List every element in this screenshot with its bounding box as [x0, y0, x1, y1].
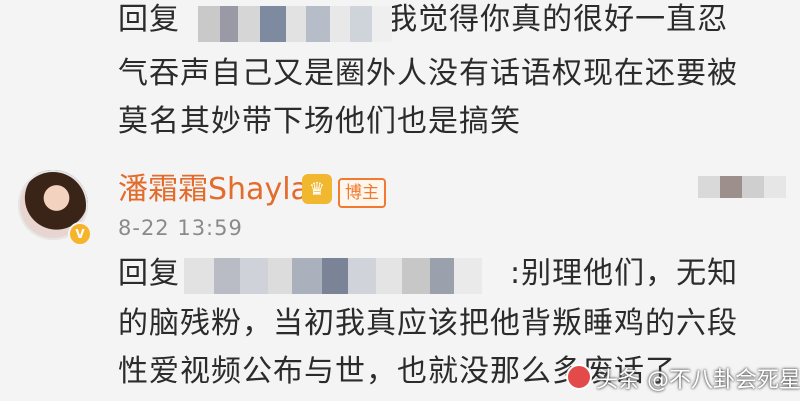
comment-text: :别理他们，无知: [510, 256, 739, 291]
prev-reply-line2: 气吞声自己又是圈外人没有话语权现在还要被: [118, 56, 738, 91]
reply-prefix: 回复: [118, 2, 180, 37]
comment-thread: 回复 :我觉得你真的很好一直忍 气吞声自己又是圈外人没有话语权现在还要被 莫名其妙…: [0, 0, 800, 401]
username[interactable]: 潘霜霜Shayla: [118, 170, 309, 210]
watermark-text: 头条 @不八卦会死星人: [596, 368, 800, 393]
blurred-username: [184, 258, 482, 294]
crown-icon: ♛: [302, 174, 332, 204]
verified-badge-icon: V: [68, 222, 92, 246]
comment-line2: 的脑残粉，当初我真应该把他背叛睡鸡的六段: [118, 306, 738, 341]
reply-prefix: 回复: [118, 256, 180, 291]
watermark: 头条 @不八卦会死星人: [566, 364, 800, 396]
author-badge: 博主: [338, 178, 386, 208]
timestamp: 8-22 13:59: [118, 216, 243, 240]
prev-reply-text: :我觉得你真的很好一直忍: [376, 2, 729, 37]
toutiao-logo-icon: [566, 364, 592, 390]
blurred-username: [198, 6, 392, 42]
more-options-icon[interactable]: [698, 176, 786, 198]
prev-reply-line3: 莫名其妙带下场他们也是搞笑: [118, 104, 521, 139]
